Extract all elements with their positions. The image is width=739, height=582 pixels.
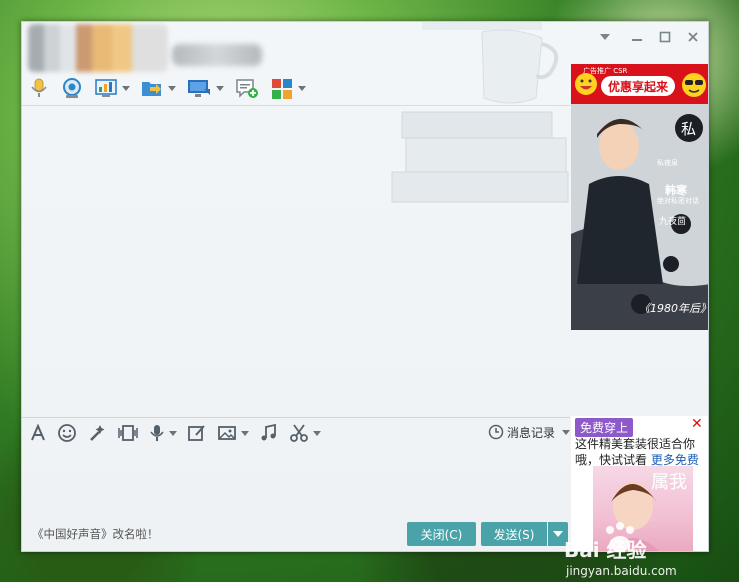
voice-message-icon bbox=[150, 425, 164, 441]
promo-banner-text: 优惠享起来 bbox=[601, 76, 675, 96]
emoji-button[interactable] bbox=[54, 423, 80, 443]
edit-image-icon bbox=[188, 425, 205, 441]
chevron-down-icon bbox=[562, 429, 571, 435]
font-button[interactable] bbox=[26, 423, 50, 443]
chat-toolbar bbox=[26, 74, 308, 102]
music-button[interactable] bbox=[256, 423, 282, 443]
dressup-photo-text: 属我 bbox=[651, 472, 687, 493]
dressup-ad-photo: 属我 bbox=[593, 466, 693, 551]
voice-message-button[interactable] bbox=[146, 423, 180, 443]
minimize-button[interactable] bbox=[626, 28, 648, 46]
scissors-icon bbox=[290, 424, 308, 442]
emoji-icon bbox=[58, 424, 76, 442]
chevron-down-icon[interactable] bbox=[168, 85, 176, 91]
close-window-button[interactable] bbox=[682, 28, 704, 46]
promo-banner[interactable]: 广告推广 CSR 优惠享起来 bbox=[571, 64, 708, 104]
input-toolbar bbox=[26, 422, 324, 444]
remote-assist-button[interactable] bbox=[92, 75, 132, 101]
send-picture-button[interactable] bbox=[214, 423, 252, 443]
sunglasses-smiley-icon bbox=[682, 73, 706, 97]
ad-close-icon[interactable]: ✕ bbox=[691, 416, 703, 432]
smiley-icon bbox=[575, 73, 597, 95]
chevron-down-icon[interactable] bbox=[241, 430, 249, 436]
folder-send-icon bbox=[142, 82, 161, 96]
webcam-icon bbox=[63, 78, 81, 98]
message-input[interactable] bbox=[24, 446, 568, 518]
maximize-button[interactable] bbox=[654, 28, 676, 46]
apps-grid-icon bbox=[272, 79, 292, 99]
collapse-button[interactable] bbox=[594, 28, 616, 46]
window-shake-button[interactable] bbox=[114, 423, 142, 443]
more-free-link[interactable]: 更多免费 bbox=[651, 453, 699, 467]
chevron-down-icon[interactable] bbox=[216, 85, 224, 91]
chevron-down-icon bbox=[600, 34, 610, 40]
voice-call-button[interactable] bbox=[26, 75, 52, 101]
message-record-button[interactable]: 消息记录 bbox=[488, 422, 571, 442]
font-icon bbox=[31, 424, 45, 441]
contact-avatar bbox=[28, 24, 168, 72]
dressup-ad[interactable]: 免费穿上 ✕ 这件精美套装很适合你哦，快试试看 更多免费 属我 bbox=[571, 416, 708, 551]
contact-name bbox=[172, 44, 262, 66]
chat-window: 消息记录 《中国好声音》改名啦！ 关闭(C) 发送(S) 广告推广 CSR 优惠… bbox=[21, 21, 709, 552]
wand-icon bbox=[90, 425, 105, 441]
message-record-label: 消息记录 bbox=[507, 425, 556, 440]
chevron-down-icon[interactable] bbox=[122, 85, 130, 91]
book-ad-badge: 私 bbox=[681, 120, 697, 138]
chevron-down-icon bbox=[553, 531, 563, 537]
microphone-icon bbox=[31, 78, 47, 97]
create-discussion-button[interactable] bbox=[232, 75, 262, 101]
book-ad[interactable]: 私 私夜泉 韩寒 绝对私密对话 九夜茴 《1980年后》 bbox=[571, 104, 709, 330]
shake-icon bbox=[118, 425, 138, 441]
screen-capture-button[interactable] bbox=[286, 423, 324, 443]
maximize-icon bbox=[659, 31, 671, 43]
screen-share-button[interactable] bbox=[184, 75, 226, 101]
send-file-button[interactable] bbox=[138, 75, 178, 101]
book-ad-line-3: 绝对私密对话 bbox=[657, 197, 699, 205]
chart-screen-icon bbox=[95, 79, 117, 97]
free-badge[interactable]: 免费穿上 bbox=[575, 418, 634, 437]
chevron-down-icon[interactable] bbox=[169, 430, 177, 436]
video-call-button[interactable] bbox=[58, 75, 86, 101]
magic-expression-button[interactable] bbox=[84, 423, 110, 443]
input-divider bbox=[22, 417, 570, 418]
monitor-icon bbox=[188, 80, 210, 97]
book-ad-line-4: 九夜茴 bbox=[659, 217, 687, 227]
picture-icon bbox=[218, 426, 236, 440]
message-history-area[interactable] bbox=[22, 106, 570, 418]
chevron-down-icon[interactable] bbox=[298, 85, 306, 91]
title-bar bbox=[22, 22, 708, 72]
book-ad-line-5: 《1980年后》 bbox=[639, 302, 709, 315]
music-icon bbox=[261, 423, 276, 441]
close-icon bbox=[688, 32, 698, 42]
send-button[interactable]: 发送(S) bbox=[481, 522, 547, 546]
status-tip-link[interactable]: 《中国好声音》改名啦！ bbox=[32, 526, 159, 542]
clock-icon bbox=[488, 424, 504, 440]
screenshot-edit-button[interactable] bbox=[184, 423, 210, 443]
chat-add-icon bbox=[236, 79, 258, 98]
close-button[interactable]: 关闭(C) bbox=[407, 522, 476, 546]
apps-button[interactable] bbox=[268, 75, 308, 101]
book-ad-line-1: 私夜泉 bbox=[657, 159, 678, 167]
dressup-ad-text: 这件精美套装很适合你哦，快试试看 更多免费 bbox=[575, 436, 707, 468]
chevron-down-icon[interactable] bbox=[313, 430, 321, 436]
minimize-icon bbox=[632, 39, 642, 41]
send-options-button[interactable] bbox=[548, 522, 568, 546]
